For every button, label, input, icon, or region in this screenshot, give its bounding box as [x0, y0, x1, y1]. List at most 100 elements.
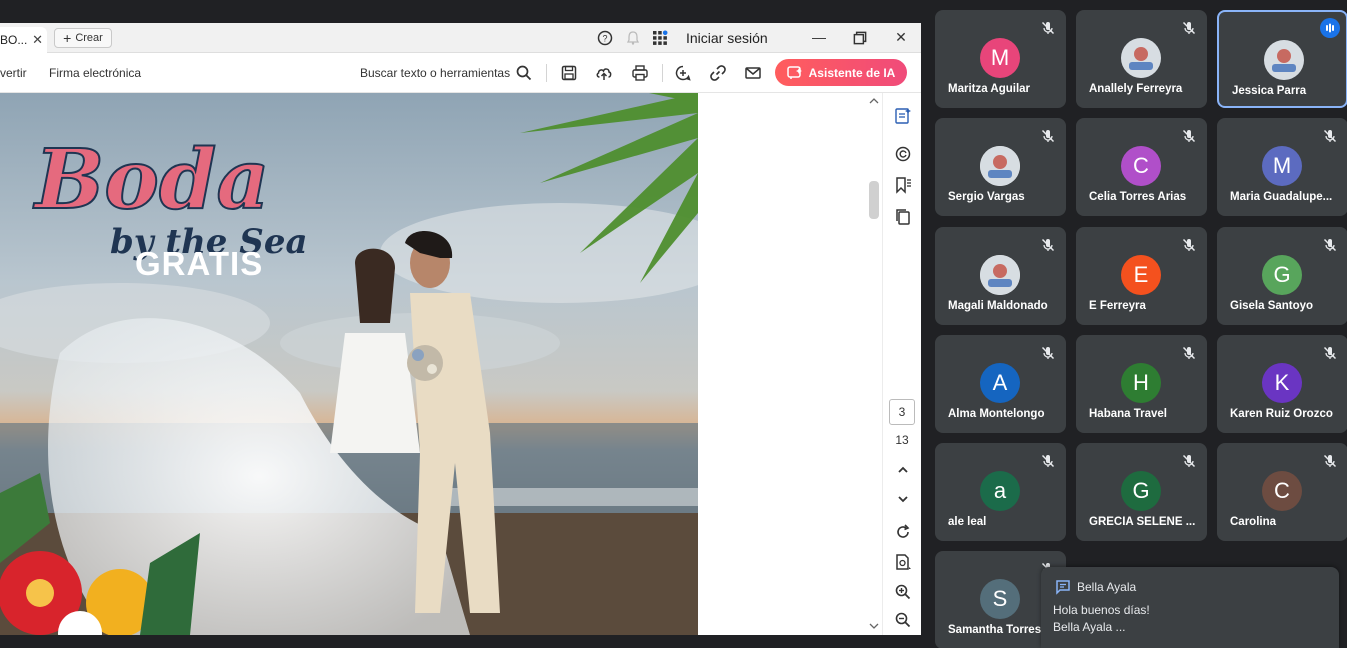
pages-icon[interactable]: [894, 208, 912, 226]
save-icon[interactable]: [560, 64, 578, 82]
bookmark-icon[interactable]: [894, 176, 912, 194]
participant-name: GRECIA SELENE ...: [1089, 516, 1196, 528]
participant-tile[interactable]: M Maria Guadalupe...: [1217, 118, 1347, 216]
restore-icon[interactable]: [851, 29, 869, 47]
link-icon[interactable]: [709, 64, 727, 82]
wedding-flyer-image: Boda by the Sea GRATIS: [0, 93, 698, 635]
mic-off-icon: [1040, 128, 1056, 144]
total-pages-label: 13: [895, 433, 909, 447]
apps-grid-icon[interactable]: [652, 30, 668, 46]
participant-name: Magali Maldonado: [948, 300, 1048, 312]
participant-avatar: H: [1121, 363, 1161, 403]
participant-name: Alma Montelongo: [948, 408, 1045, 420]
bell-icon[interactable]: [625, 30, 641, 46]
document-tab[interactable]: BO... ✕: [0, 27, 47, 53]
chat-sender-name: Bella Ayala: [1077, 580, 1137, 594]
participant-tile[interactable]: G GRECIA SELENE ...: [1076, 443, 1207, 541]
toolbar-divider: [546, 64, 547, 82]
zoom-out-icon[interactable]: [894, 611, 912, 629]
participant-name: Gisela Santoyo: [1230, 300, 1314, 312]
cloud-upload-icon[interactable]: [595, 64, 613, 82]
participant-avatar: [1264, 40, 1304, 80]
participant-avatar: C: [1262, 471, 1302, 511]
participant-name: Maria Guadalupe...: [1230, 191, 1333, 203]
search-tools-label[interactable]: Buscar texto o herramientas: [360, 66, 510, 80]
zoom-in-icon[interactable]: [894, 583, 912, 601]
participant-name: E Ferreyra: [1089, 300, 1146, 312]
participant-name: Karen Ruiz Orozco: [1230, 408, 1333, 420]
rotate-icon[interactable]: [894, 523, 912, 541]
comment-icon[interactable]: [894, 145, 912, 163]
participant-tile[interactable]: K Karen Ruiz Orozco: [1217, 335, 1347, 433]
create-button[interactable]: + Crear: [54, 28, 112, 48]
participant-name: Habana Travel: [1089, 408, 1167, 420]
participant-tile[interactable]: Magali Maldonado: [935, 227, 1066, 325]
chat-notification[interactable]: Bella Ayala Hola buenos días! Bella Ayal…: [1041, 567, 1339, 648]
mail-icon[interactable]: [744, 64, 762, 82]
document-margin: [698, 93, 868, 635]
help-icon[interactable]: ?: [597, 30, 613, 46]
flyer-title-boda: Boda: [33, 132, 269, 228]
scroll-down-icon[interactable]: [866, 621, 882, 631]
participant-name: ale leal: [948, 516, 987, 528]
mic-off-icon: [1322, 453, 1338, 469]
participant-tile[interactable]: G Gisela Santoyo: [1217, 227, 1347, 325]
previous-page-icon[interactable]: [894, 461, 912, 479]
scrollbar-thumb[interactable]: [869, 181, 879, 219]
document-tab-title: BO...: [0, 33, 28, 47]
participant-tile[interactable]: Anallely Ferreyra: [1076, 10, 1207, 108]
next-page-icon[interactable]: [894, 490, 912, 508]
svg-text:?: ?: [602, 34, 607, 44]
mic-off-icon: [1181, 128, 1197, 144]
esign-tool[interactable]: Firma electrónica: [49, 66, 141, 80]
close-tab-icon[interactable]: ✕: [32, 32, 43, 48]
flyer-badge: GRATIS: [135, 245, 263, 282]
participant-tile[interactable]: a ale leal: [935, 443, 1066, 541]
document-page[interactable]: Boda by the Sea GRATIS: [0, 93, 698, 635]
current-page-field[interactable]: 3: [889, 399, 915, 425]
plus-icon: +: [63, 30, 72, 46]
print-icon[interactable]: [631, 64, 649, 82]
mic-off-icon: [1040, 453, 1056, 469]
screen: BO... ✕ + Crear ? Iniciar sesión — ✕ ver…: [0, 0, 1347, 648]
mic-off-icon: [1040, 20, 1056, 36]
edit-pdf-icon[interactable]: [894, 107, 912, 125]
page-settings-icon[interactable]: [894, 553, 912, 571]
participant-tile[interactable]: H Habana Travel: [1076, 335, 1207, 433]
participant-tile[interactable]: C Celia Torres Arias: [1076, 118, 1207, 216]
minimize-icon[interactable]: —: [810, 28, 828, 46]
right-rail: 3 13: [882, 93, 921, 635]
scroll-up-icon[interactable]: [866, 96, 882, 106]
participant-tile[interactable]: Jessica Parra: [1217, 10, 1347, 108]
convert-tool[interactable]: vertir: [0, 66, 27, 80]
search-icon[interactable]: [515, 64, 533, 82]
participant-avatar: G: [1121, 471, 1161, 511]
participant-tile[interactable]: E E Ferreyra: [1076, 227, 1207, 325]
participant-name: Maritza Aguilar: [948, 83, 1031, 95]
comment-add-icon[interactable]: [674, 64, 692, 82]
close-window-icon[interactable]: ✕: [892, 28, 910, 46]
participant-tile[interactable]: A Alma Montelongo: [935, 335, 1066, 433]
participant-name: Jessica Parra: [1232, 85, 1307, 97]
mic-off-icon: [1040, 345, 1056, 361]
participant-avatar: M: [980, 38, 1020, 78]
ai-assistant-label: Asistente de IA: [808, 65, 896, 80]
title-bar: BO... ✕ + Crear ? Iniciar sesión — ✕: [0, 23, 921, 53]
participant-avatar: [980, 146, 1020, 186]
vertical-scrollbar[interactable]: [866, 93, 882, 635]
mic-off-icon: [1040, 237, 1056, 253]
mic-off-icon: [1322, 128, 1338, 144]
participant-tile[interactable]: M Maritza Aguilar: [935, 10, 1066, 108]
participant-name: Anallely Ferreyra: [1089, 83, 1183, 95]
participant-tile[interactable]: C Carolina: [1217, 443, 1347, 541]
sign-in-link[interactable]: Iniciar sesión: [686, 30, 768, 46]
participant-name: Celia Torres Arias: [1089, 191, 1187, 203]
mic-off-icon: [1322, 237, 1338, 253]
toolbar: vertir Firma electrónica Buscar texto o …: [0, 53, 921, 93]
ai-sparkle-icon: [786, 65, 802, 79]
ai-assistant-button[interactable]: Asistente de IA: [775, 59, 907, 86]
participant-tile[interactable]: Sergio Vargas: [935, 118, 1066, 216]
participant-name: Carolina: [1230, 516, 1277, 528]
mic-off-icon: [1181, 20, 1197, 36]
participant-avatar: [980, 255, 1020, 295]
